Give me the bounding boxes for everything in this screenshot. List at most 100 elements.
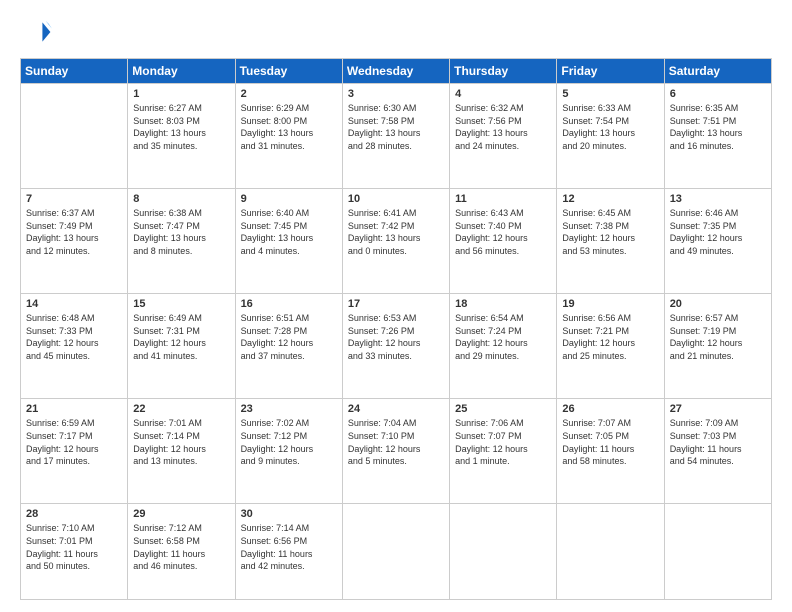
day-number: 2 [241, 88, 337, 100]
day-detail: Sunrise: 6:27 AM Sunset: 8:03 PM Dayligh… [133, 102, 229, 152]
day-detail: Sunrise: 6:40 AM Sunset: 7:45 PM Dayligh… [241, 207, 337, 257]
day-number: 29 [133, 508, 229, 520]
day-number: 7 [26, 193, 122, 205]
calendar-cell: 26 Sunrise: 7:07 AM Sunset: 7:05 PM Dayli… [557, 399, 664, 504]
calendar-header-row: SundayMondayTuesdayWednesdayThursdayFrid… [21, 59, 772, 84]
calendar-cell: 29 Sunrise: 7:12 AM Sunset: 6:58 PM Dayli… [128, 504, 235, 600]
day-number: 5 [562, 88, 658, 100]
day-detail: Sunrise: 6:37 AM Sunset: 7:49 PM Dayligh… [26, 207, 122, 257]
calendar-header-wednesday: Wednesday [342, 59, 449, 84]
day-number: 28 [26, 508, 122, 520]
calendar-cell: 30Sunrise: 7:14 AM Sunset: 6:56 PM Dayli… [235, 504, 342, 600]
calendar-cell [21, 84, 128, 189]
calendar-cell [664, 504, 771, 600]
calendar-cell [557, 504, 664, 600]
day-number: 12 [562, 193, 658, 205]
day-number: 18 [455, 298, 551, 310]
calendar-cell: 7 Sunrise: 6:37 AM Sunset: 7:49 PM Daylig… [21, 189, 128, 294]
day-number: 13 [670, 193, 766, 205]
day-number: 20 [670, 298, 766, 310]
day-number: 25 [455, 403, 551, 415]
day-detail: Sunrise: 6:53 AM Sunset: 7:26 PM Dayligh… [348, 312, 444, 362]
day-detail: Sunrise: 6:56 AM Sunset: 7:21 PM Dayligh… [562, 312, 658, 362]
calendar-cell: 21 Sunrise: 6:59 AM Sunset: 7:17 PM Dayli… [21, 399, 128, 504]
calendar-cell: 24 Sunrise: 7:04 AM Sunset: 7:10 PM Dayli… [342, 399, 449, 504]
calendar-cell: 19 Sunrise: 6:56 AM Sunset: 7:21 PM Dayli… [557, 294, 664, 399]
day-number: 16 [241, 298, 337, 310]
day-detail: Sunrise: 7:01 AM Sunset: 7:14 PM Dayligh… [133, 417, 229, 467]
calendar-header-tuesday: Tuesday [235, 59, 342, 84]
calendar-cell: 11 Sunrise: 6:43 AM Sunset: 7:40 PM Dayli… [450, 189, 557, 294]
calendar-cell: 20 Sunrise: 6:57 AM Sunset: 7:19 PM Dayli… [664, 294, 771, 399]
calendar-cell [450, 504, 557, 600]
calendar-week-row: 14 Sunrise: 6:48 AM Sunset: 7:33 PM Dayli… [21, 294, 772, 399]
day-number: 8 [133, 193, 229, 205]
calendar-cell: 10Sunrise: 6:41 AM Sunset: 7:42 PM Dayli… [342, 189, 449, 294]
calendar-week-row: 28 Sunrise: 7:10 AM Sunset: 7:01 PM Dayli… [21, 504, 772, 600]
header [20, 16, 772, 48]
day-detail: Sunrise: 6:32 AM Sunset: 7:56 PM Dayligh… [455, 102, 551, 152]
logo [20, 16, 56, 48]
calendar-cell: 14 Sunrise: 6:48 AM Sunset: 7:33 PM Dayli… [21, 294, 128, 399]
calendar-header-saturday: Saturday [664, 59, 771, 84]
calendar-cell: 15 Sunrise: 6:49 AM Sunset: 7:31 PM Dayli… [128, 294, 235, 399]
logo-icon [20, 16, 52, 48]
day-number: 22 [133, 403, 229, 415]
calendar-cell: 1 Sunrise: 6:27 AM Sunset: 8:03 PM Daylig… [128, 84, 235, 189]
calendar-cell: 17 Sunrise: 6:53 AM Sunset: 7:26 PM Dayli… [342, 294, 449, 399]
day-number: 14 [26, 298, 122, 310]
day-detail: Sunrise: 7:04 AM Sunset: 7:10 PM Dayligh… [348, 417, 444, 467]
day-number: 17 [348, 298, 444, 310]
page: SundayMondayTuesdayWednesdayThursdayFrid… [0, 0, 792, 612]
calendar-week-row: 21 Sunrise: 6:59 AM Sunset: 7:17 PM Dayli… [21, 399, 772, 504]
day-number: 6 [670, 88, 766, 100]
calendar-cell: 12 Sunrise: 6:45 AM Sunset: 7:38 PM Dayli… [557, 189, 664, 294]
day-number: 27 [670, 403, 766, 415]
day-detail: Sunrise: 6:57 AM Sunset: 7:19 PM Dayligh… [670, 312, 766, 362]
day-detail: Sunrise: 6:59 AM Sunset: 7:17 PM Dayligh… [26, 417, 122, 467]
day-detail: Sunrise: 6:48 AM Sunset: 7:33 PM Dayligh… [26, 312, 122, 362]
day-detail: Sunrise: 7:12 AM Sunset: 6:58 PM Dayligh… [133, 522, 229, 572]
day-number: 3 [348, 88, 444, 100]
day-detail: Sunrise: 7:02 AM Sunset: 7:12 PM Dayligh… [241, 417, 337, 467]
calendar-week-row: 1 Sunrise: 6:27 AM Sunset: 8:03 PM Daylig… [21, 84, 772, 189]
day-detail: Sunrise: 6:51 AM Sunset: 7:28 PM Dayligh… [241, 312, 337, 362]
day-number: 24 [348, 403, 444, 415]
day-detail: Sunrise: 6:45 AM Sunset: 7:38 PM Dayligh… [562, 207, 658, 257]
calendar-header-thursday: Thursday [450, 59, 557, 84]
day-detail: Sunrise: 6:49 AM Sunset: 7:31 PM Dayligh… [133, 312, 229, 362]
calendar-cell: 4Sunrise: 6:32 AM Sunset: 7:56 PM Daylig… [450, 84, 557, 189]
day-detail: Sunrise: 7:09 AM Sunset: 7:03 PM Dayligh… [670, 417, 766, 467]
day-detail: Sunrise: 6:29 AM Sunset: 8:00 PM Dayligh… [241, 102, 337, 152]
day-number: 1 [133, 88, 229, 100]
calendar-cell: 3 Sunrise: 6:30 AM Sunset: 7:58 PM Daylig… [342, 84, 449, 189]
calendar-cell: 2 Sunrise: 6:29 AM Sunset: 8:00 PM Daylig… [235, 84, 342, 189]
calendar-cell: 22 Sunrise: 7:01 AM Sunset: 7:14 PM Dayli… [128, 399, 235, 504]
calendar-cell: 8 Sunrise: 6:38 AM Sunset: 7:47 PM Daylig… [128, 189, 235, 294]
calendar-cell: 6 Sunrise: 6:35 AM Sunset: 7:51 PM Daylig… [664, 84, 771, 189]
day-number: 15 [133, 298, 229, 310]
day-detail: Sunrise: 6:33 AM Sunset: 7:54 PM Dayligh… [562, 102, 658, 152]
day-detail: Sunrise: 6:46 AM Sunset: 7:35 PM Dayligh… [670, 207, 766, 257]
day-number: 9 [241, 193, 337, 205]
day-number: 19 [562, 298, 658, 310]
calendar-header-friday: Friday [557, 59, 664, 84]
day-detail: Sunrise: 6:35 AM Sunset: 7:51 PM Dayligh… [670, 102, 766, 152]
calendar-cell: 25Sunrise: 7:06 AM Sunset: 7:07 PM Dayli… [450, 399, 557, 504]
day-number: 10 [348, 193, 444, 205]
day-number: 26 [562, 403, 658, 415]
calendar-cell: 28 Sunrise: 7:10 AM Sunset: 7:01 PM Dayli… [21, 504, 128, 600]
calendar-cell: 5 Sunrise: 6:33 AM Sunset: 7:54 PM Daylig… [557, 84, 664, 189]
day-detail: Sunrise: 7:10 AM Sunset: 7:01 PM Dayligh… [26, 522, 122, 572]
calendar-cell: 18Sunrise: 6:54 AM Sunset: 7:24 PM Dayli… [450, 294, 557, 399]
calendar-cell [342, 504, 449, 600]
day-detail: Sunrise: 6:30 AM Sunset: 7:58 PM Dayligh… [348, 102, 444, 152]
day-detail: Sunrise: 6:38 AM Sunset: 7:47 PM Dayligh… [133, 207, 229, 257]
day-number: 11 [455, 193, 551, 205]
day-detail: Sunrise: 6:43 AM Sunset: 7:40 PM Dayligh… [455, 207, 551, 257]
calendar-cell: 16 Sunrise: 6:51 AM Sunset: 7:28 PM Dayli… [235, 294, 342, 399]
day-number: 23 [241, 403, 337, 415]
day-detail: Sunrise: 7:07 AM Sunset: 7:05 PM Dayligh… [562, 417, 658, 467]
calendar-cell: 9 Sunrise: 6:40 AM Sunset: 7:45 PM Daylig… [235, 189, 342, 294]
day-number: 21 [26, 403, 122, 415]
